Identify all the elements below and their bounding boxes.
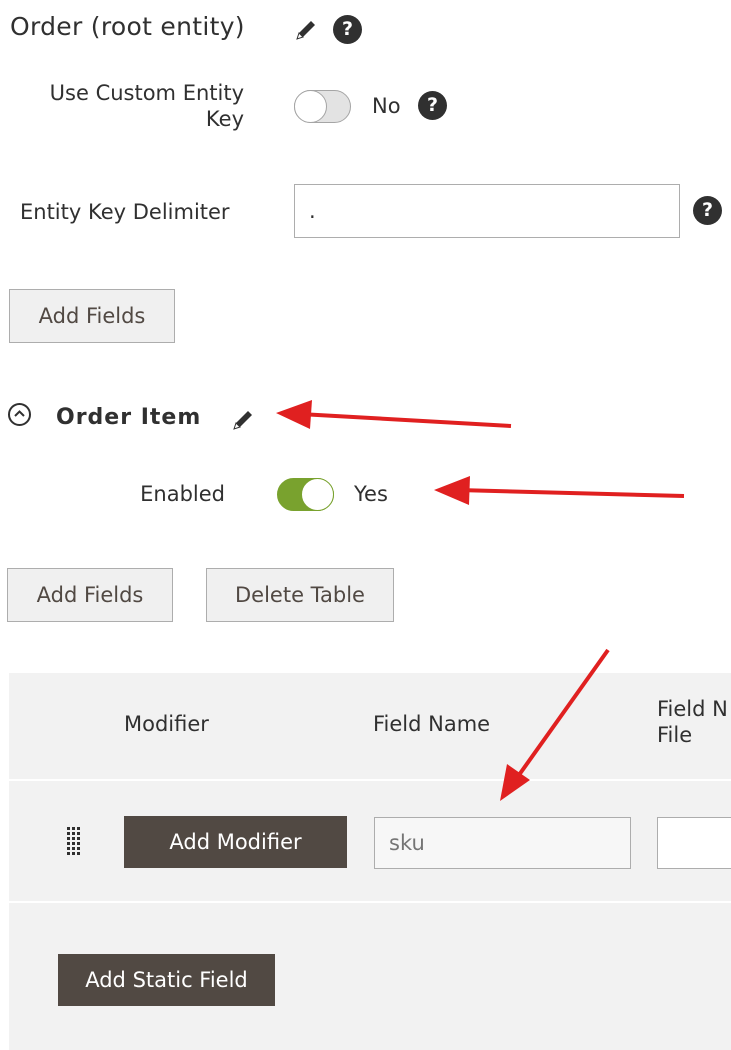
arrow-to-order-item-pencil bbox=[276, 400, 512, 429]
arrow-to-field-name bbox=[500, 648, 610, 801]
annotation-arrows bbox=[276, 400, 685, 801]
arrow-to-enabled-toggle bbox=[434, 476, 685, 505]
